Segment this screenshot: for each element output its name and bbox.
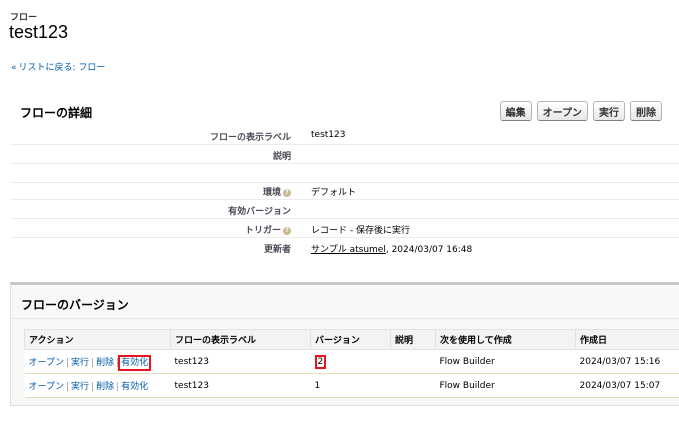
table-header-row: アクション フローの表示ラベル バージョン 説明 次を使用して作成 作成日 — [24, 329, 679, 350]
column-header-created-date[interactable]: 作成日 — [575, 329, 679, 350]
column-header-label[interactable]: フローの表示ラベル — [170, 329, 311, 350]
run-version-link[interactable]: 実行 — [71, 382, 89, 392]
table-row: オープン | 実行 | 削除 | 有効化 test123 2 Flow Builder 20… — [24, 349, 679, 374]
column-header-action: アクション — [24, 329, 171, 350]
version-number-cell: 2 — [310, 349, 391, 374]
field-value: test123 — [311, 130, 346, 140]
delete-version-link[interactable]: 削除 — [96, 358, 114, 368]
version-number-cell: 1 — [310, 373, 391, 398]
field-label: 有効バージョン — [228, 207, 291, 217]
field-label: 更新者 — [263, 245, 291, 255]
version-description-cell — [390, 373, 436, 398]
flow-detail-title: フローの詳細 — [20, 106, 93, 120]
flow-versions-title: フローのバージョン — [21, 298, 129, 312]
detail-button-bar: 編集 オープン 実行 削除 — [499, 101, 662, 121]
activate-version-link[interactable]: 有効化 — [118, 355, 152, 371]
flow-versions-panel: フローのバージョン アクション フローの表示ラベル バージョン 説明 次を使用し… — [10, 282, 679, 406]
version-description-cell — [390, 349, 436, 374]
version-label-cell: test123 — [170, 349, 311, 374]
detail-row-label: フローの表示ラベル test123 — [10, 126, 679, 145]
back-link-label: リストに戻る: フロー — [18, 63, 106, 73]
help-icon[interactable]: ? — [283, 189, 291, 197]
modified-by-user-link[interactable]: サンプル atsumel — [311, 245, 386, 255]
created-date-cell: 2024/03/07 15:16 — [575, 349, 679, 374]
column-header-description[interactable]: 説明 — [390, 329, 436, 350]
detail-row-trigger: トリガー? レコード - 保存後に実行 — [10, 219, 679, 238]
help-icon[interactable]: ? — [283, 227, 291, 235]
detail-row-environment: 環境? デフォルト — [10, 181, 679, 200]
back-to-list-link[interactable]: «リストに戻る: フロー — [11, 60, 105, 73]
open-version-link[interactable]: オープン — [29, 382, 64, 392]
created-date-cell: 2024/03/07 15:07 — [575, 373, 679, 398]
modified-date: , 2024/03/07 16:48 — [385, 245, 473, 255]
double-chevron-left-icon: « — [11, 63, 17, 73]
created-with-cell: Flow Builder — [435, 373, 576, 398]
created-with-cell: Flow Builder — [435, 349, 576, 374]
detail-row-modified-by: 更新者 サンプル atsumel, 2024/03/07 16:48 — [10, 238, 679, 257]
column-header-created-with[interactable]: 次を使用して作成 — [435, 329, 576, 350]
action-cell: オープン | 実行 | 削除 | 有効化 — [24, 349, 171, 374]
version-label-cell: test123 — [170, 373, 311, 398]
field-label: フローの表示ラベル — [209, 133, 291, 143]
column-header-version[interactable]: バージョン — [310, 329, 391, 350]
detail-row-active-version: 有効バージョン — [10, 200, 679, 219]
page-title: test123 — [9, 22, 69, 42]
versions-table: アクション フローの表示ラベル バージョン 説明 次を使用して作成 作成日 オー… — [24, 329, 679, 398]
field-value: レコード - 保存後に実行 — [311, 226, 410, 236]
detail-row-description: 説明 — [10, 145, 679, 164]
open-button[interactable]: オープン — [536, 101, 588, 121]
field-label: トリガー — [244, 226, 281, 236]
field-value: デフォルト — [311, 188, 357, 198]
delete-button[interactable]: 削除 — [630, 101, 662, 121]
run-button[interactable]: 実行 — [593, 101, 625, 121]
divider — [11, 318, 679, 319]
open-version-link[interactable]: オープン — [29, 358, 64, 368]
field-label: 説明 — [272, 152, 291, 162]
action-cell: オープン | 実行 | 削除 | 有効化 — [24, 373, 171, 398]
field-label: 環境 — [262, 188, 281, 198]
version-number: 2 — [314, 354, 327, 369]
table-row: オープン | 実行 | 削除 | 有効化 test123 1 Flow Builder 20… — [24, 373, 679, 398]
flow-detail-section: フローの詳細 編集 オープン 実行 削除 フローの表示ラベル test123 説… — [10, 88, 679, 263]
run-version-link[interactable]: 実行 — [71, 358, 89, 368]
activate-version-link[interactable]: 有効化 — [121, 382, 148, 392]
delete-version-link[interactable]: 削除 — [96, 382, 114, 392]
edit-button[interactable]: 編集 — [499, 101, 532, 121]
